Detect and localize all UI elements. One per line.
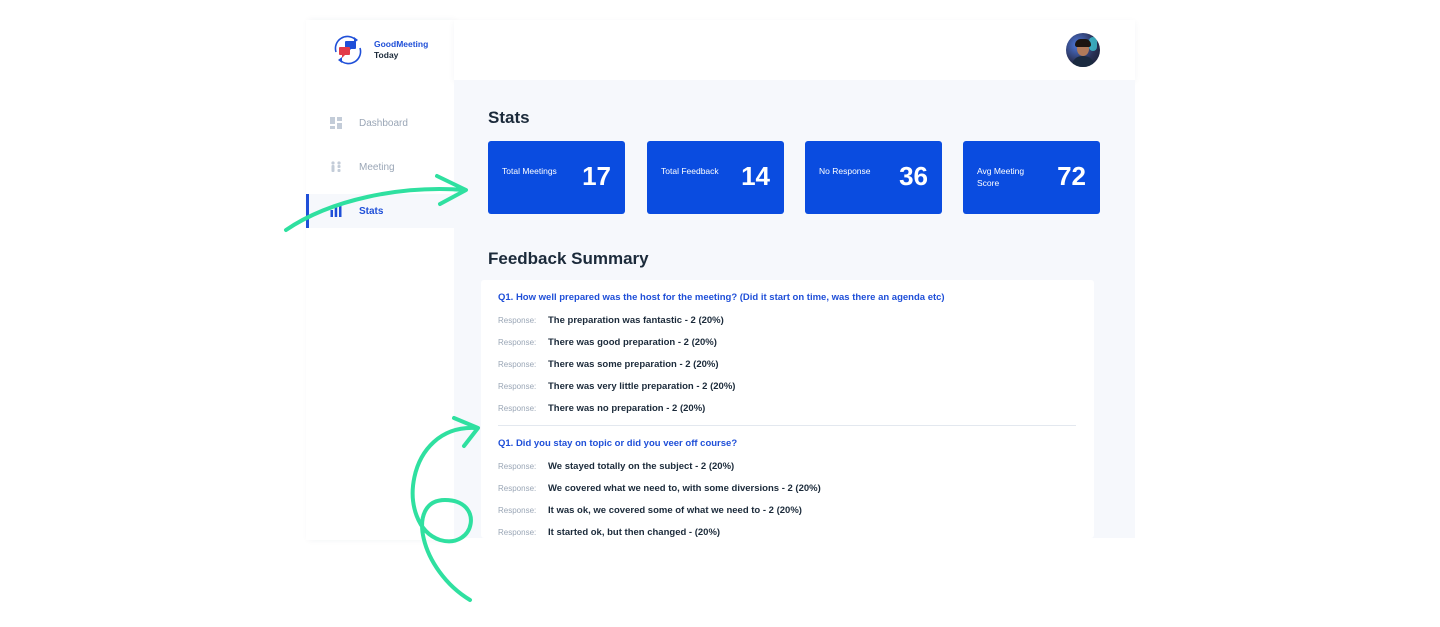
arrow-to-feedback-icon [410, 425, 477, 602]
arrow-head-bottom-icon [452, 416, 480, 448]
decorative-arrows [284, 174, 480, 602]
arrow-to-stats-icon [284, 187, 467, 232]
